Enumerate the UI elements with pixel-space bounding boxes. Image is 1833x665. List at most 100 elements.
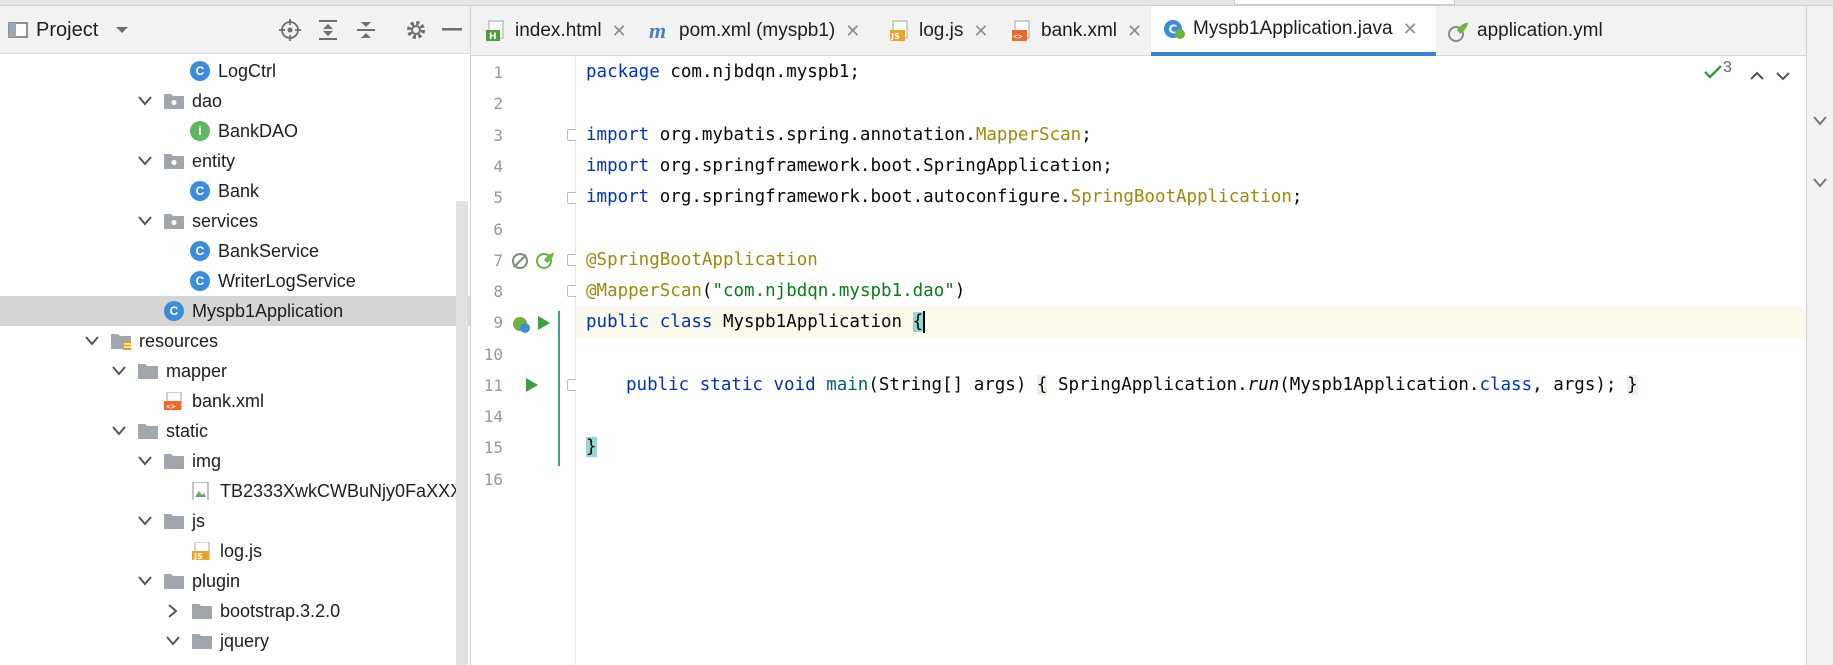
spring-boot-icon[interactable]	[511, 314, 531, 339]
class-icon: C	[190, 241, 210, 261]
code-token: {	[912, 312, 924, 332]
expand-all-icon[interactable]	[314, 16, 342, 44]
chevron-down-icon[interactable]	[164, 626, 182, 656]
chevron-up-icon[interactable]	[1750, 65, 1764, 86]
folder-icon	[164, 514, 184, 529]
close-icon[interactable]: ✕	[1127, 21, 1142, 42]
chevron-down-icon[interactable]	[1813, 172, 1827, 193]
code-token: com.njbdqn.myspb1;	[659, 62, 860, 82]
project-scrollbar[interactable]	[456, 201, 468, 665]
code-editor[interactable]: package com.njbdqn.myspb1; import org.my…	[576, 56, 1806, 665]
chevron-right-icon[interactable]	[164, 596, 182, 626]
tree-item-static[interactable]: static	[0, 416, 470, 446]
tab-label: Myspb1Application.java	[1193, 18, 1393, 39]
folder-icon	[192, 634, 212, 649]
tab-index-html[interactable]: H index.html ✕	[485, 6, 627, 56]
locate-target-icon[interactable]	[276, 16, 304, 44]
tree-item-label: bootstrap.3.2.0	[220, 601, 341, 621]
close-icon[interactable]: ✕	[1403, 19, 1418, 40]
chevron-down-icon[interactable]	[1776, 65, 1790, 86]
yml-file-icon	[1448, 22, 1468, 42]
code-token: )	[954, 281, 966, 301]
xml-file-icon: <>	[1012, 20, 1030, 41]
code-token: package	[586, 62, 660, 82]
tab-label: application.yml	[1477, 20, 1603, 41]
package-folder-icon	[164, 154, 184, 169]
tree-item-bootstrap[interactable]: bootstrap.3.2.0	[0, 596, 470, 626]
code-token: ;	[1081, 125, 1092, 145]
line-number: 10	[483, 345, 503, 364]
editor-tabs: H index.html ✕ m pom.xml (myspb1) ✕ JS l…	[471, 6, 1807, 56]
svg-text:JS: JS	[890, 32, 900, 41]
inspection-count[interactable]: 3	[1723, 59, 1732, 77]
right-tool-strip	[1806, 6, 1833, 665]
close-icon[interactable]: ✕	[973, 21, 988, 42]
tree-item-img[interactable]: img	[0, 446, 470, 476]
html-file-icon: H	[486, 20, 504, 42]
code-token: }	[1626, 375, 1638, 395]
tree-item-plugin[interactable]: plugin	[0, 566, 470, 596]
tree-item-label: entity	[192, 151, 236, 171]
tree-item-resources[interactable]: resources	[0, 326, 470, 356]
code-token: org.springframework.boot.autoconfigure.	[649, 187, 1071, 207]
code-line-11: public static void main(String[] args) {…	[626, 370, 1638, 401]
collapse-all-icon[interactable]	[352, 16, 380, 44]
tree-item-js[interactable]: js	[0, 506, 470, 536]
chevron-down-icon[interactable]	[136, 566, 154, 596]
tree-item-image-file[interactable]: TB2333XwkCWBuNjy0FaXXX	[0, 476, 470, 506]
minimize-icon[interactable]	[438, 16, 466, 44]
close-icon[interactable]: ✕	[845, 21, 860, 42]
run-configuration-selector[interactable]	[1234, 0, 1455, 5]
chevron-down-icon[interactable]	[136, 206, 154, 236]
tree-item-bank[interactable]: C Bank	[0, 176, 470, 206]
tree-item-entity[interactable]: entity	[0, 146, 470, 176]
tree-item-bank-xml[interactable]: <> bank.xml	[0, 386, 470, 416]
tab-bank-xml[interactable]: <> bank.xml ✕	[1011, 6, 1142, 56]
chevron-down-icon[interactable]	[136, 86, 154, 116]
tree-item-label: log.js	[220, 541, 263, 561]
js-file-icon: JS	[890, 20, 908, 41]
project-panel: Project C LogCtrl dao I BankDAO entity C…	[0, 6, 471, 665]
tree-item-services[interactable]: services	[0, 206, 470, 236]
tab-log-js[interactable]: JS log.js ✕	[889, 6, 988, 56]
tab-label: index.html	[515, 20, 602, 41]
tree-item-mapper[interactable]: mapper	[0, 356, 470, 386]
tree-item-label: mapper	[166, 361, 228, 381]
tree-item-writerlogservice[interactable]: C WriterLogService	[0, 266, 470, 296]
bean-icon[interactable]	[511, 252, 529, 275]
tree-item-label: BankService	[218, 241, 320, 261]
tab-myspb1application-java[interactable]: C Myspb1Application.java ✕	[1151, 6, 1436, 56]
tree-item-jquery[interactable]: jquery	[0, 626, 470, 656]
chevron-down-icon[interactable]	[108, 16, 136, 44]
chevron-down-icon[interactable]	[136, 146, 154, 176]
tab-application-yml[interactable]: application.yml	[1447, 6, 1603, 56]
project-panel-header: Project	[0, 6, 470, 54]
chevron-down-icon[interactable]	[136, 506, 154, 536]
tree-item-bankservice[interactable]: C BankService	[0, 236, 470, 266]
tree-item-myspb1application[interactable]: C Myspb1Application	[0, 296, 470, 326]
scope-indicator	[558, 311, 560, 466]
tree-item-log-js[interactable]: JS log.js	[0, 536, 470, 566]
close-icon[interactable]: ✕	[612, 21, 627, 42]
tree-item-bankdao[interactable]: I BankDAO	[0, 116, 470, 146]
spring-bean-icon[interactable]	[535, 250, 555, 275]
tree-item-logctrl[interactable]: C LogCtrl	[0, 56, 470, 86]
chevron-down-icon[interactable]	[136, 446, 154, 476]
gear-icon[interactable]	[402, 16, 430, 44]
code-token: import	[586, 125, 650, 145]
run-icon[interactable]	[525, 377, 539, 398]
tree-item-label: jquery	[220, 631, 270, 651]
chevron-down-icon[interactable]	[110, 356, 128, 386]
tree-item-dao[interactable]: dao	[0, 86, 470, 116]
line-number: 14	[483, 407, 503, 426]
check-icon[interactable]	[1704, 63, 1722, 84]
project-panel-title[interactable]: Project	[36, 19, 98, 42]
run-icon[interactable]	[537, 315, 551, 336]
chevron-down-icon[interactable]	[83, 326, 101, 356]
tab-pom-xml[interactable]: m pom.xml (myspb1) ✕	[649, 6, 860, 56]
code-token: "com.njbdqn.myspb1.dao"	[712, 281, 955, 301]
chevron-down-icon[interactable]	[1813, 110, 1827, 131]
folder-icon	[164, 574, 184, 589]
chevron-down-icon[interactable]	[110, 416, 128, 446]
tree-item-label: plugin	[192, 571, 241, 591]
